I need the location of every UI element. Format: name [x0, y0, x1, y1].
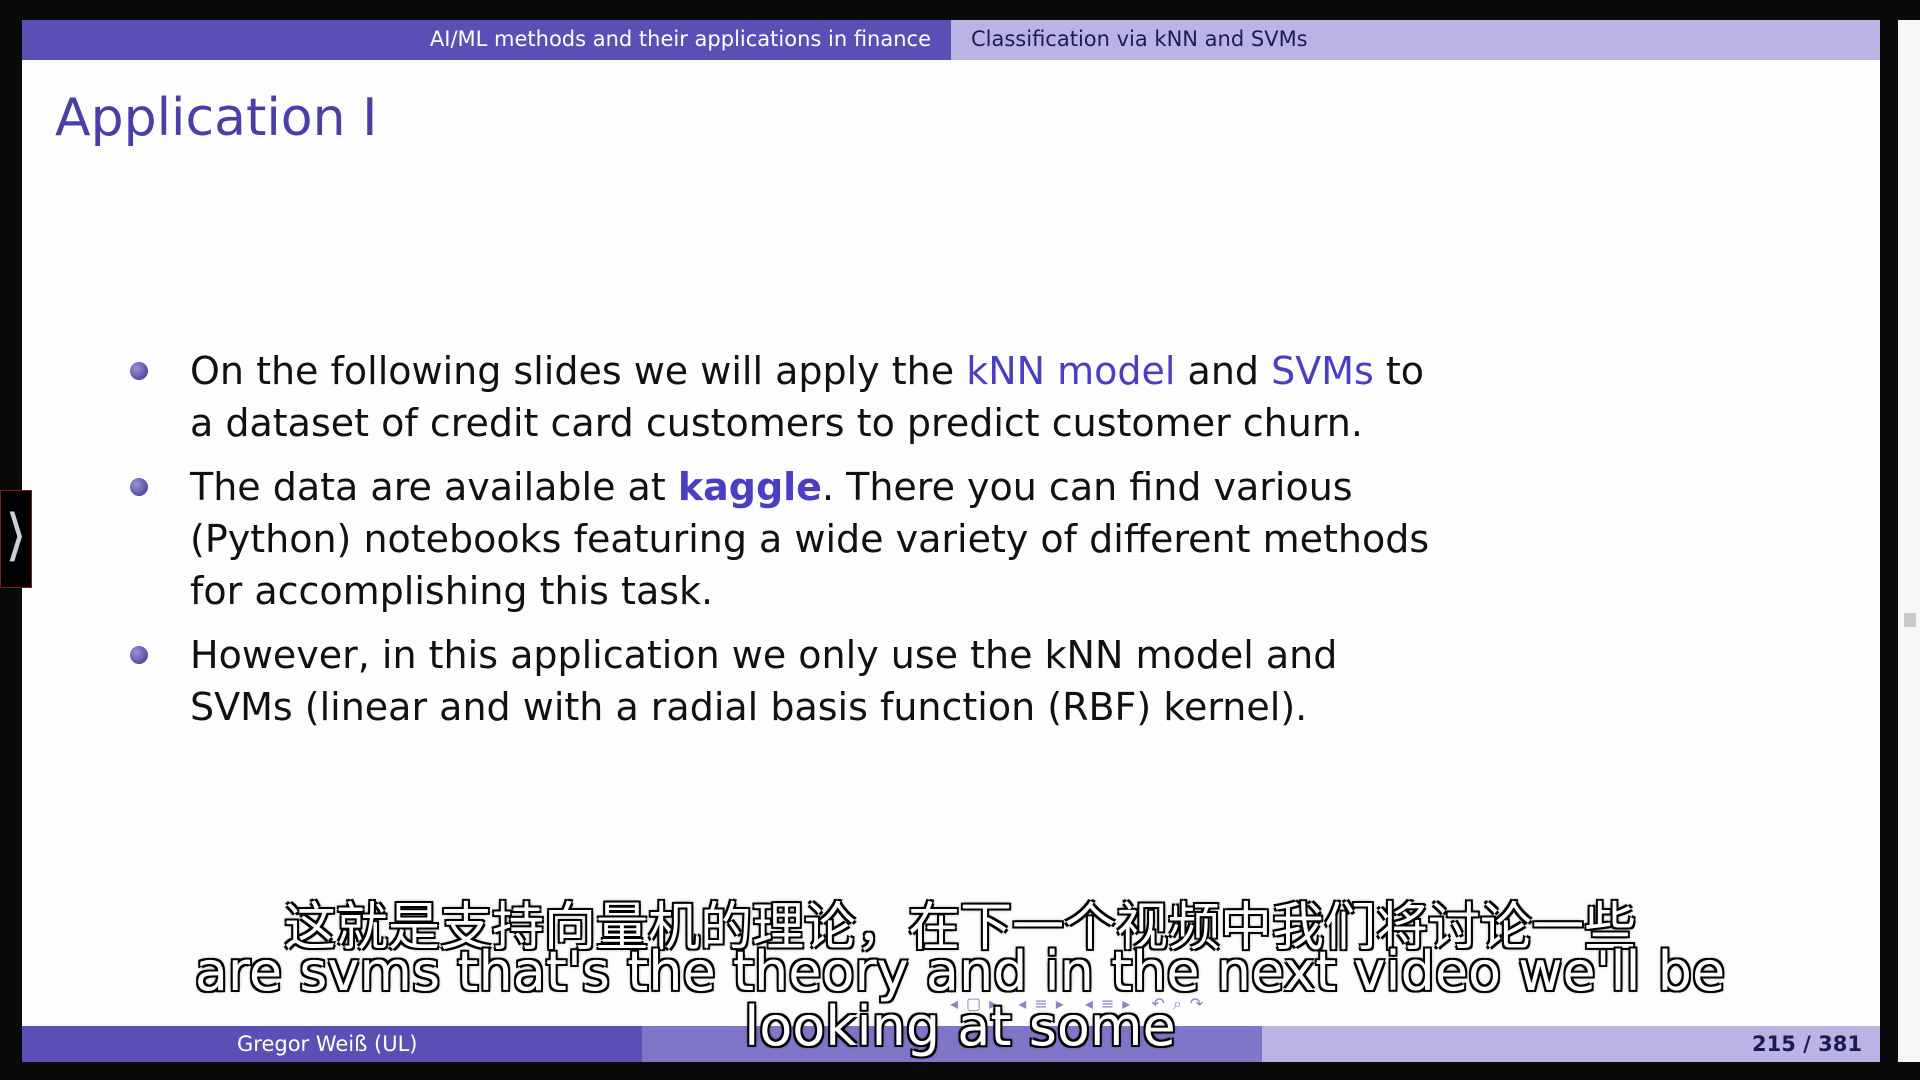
- header-left-bar: AI/ML methods and their applications in …: [22, 20, 951, 60]
- bullet-icon: [130, 646, 148, 664]
- svms-link[interactable]: SVMs: [1271, 349, 1374, 393]
- knn-model-link[interactable]: kNN model: [966, 349, 1175, 393]
- scrollbar-thumb[interactable]: [1904, 613, 1916, 627]
- bullet-item-2: The data are available at kaggle. There …: [102, 461, 1442, 617]
- presentation-title[interactable]: AI/ML methods and their applications in …: [430, 27, 931, 51]
- frame-title: Application I: [55, 88, 378, 148]
- slide-header: AI/ML methods and their applications in …: [22, 20, 1880, 60]
- bullet-text: On the following slides we will apply th…: [190, 349, 967, 393]
- bullet-list: On the following slides we will apply th…: [102, 345, 1442, 745]
- subtitle-english-line2: looking at some: [744, 995, 1176, 1058]
- bullet-item-3: However, in this application we only use…: [102, 629, 1442, 733]
- bullet-text: and: [1175, 349, 1272, 393]
- kaggle-link[interactable]: kaggle: [678, 465, 822, 509]
- sidebar-toggle-chevron-icon[interactable]: ⟩: [0, 490, 32, 588]
- header-right-bar: Classification via kNN and SVMs: [951, 20, 1880, 60]
- section-title[interactable]: Classification via kNN and SVMs: [971, 27, 1308, 51]
- subtitle-english-line1: are svms that's the theory and in the ne…: [194, 940, 1726, 1003]
- bullet-item-1: On the following slides we will apply th…: [102, 345, 1442, 449]
- bullet-icon: [130, 478, 148, 496]
- bullet-text: However, in this application we only use…: [190, 633, 1338, 729]
- bullet-icon: [130, 362, 148, 380]
- bullet-text: The data are available at: [190, 465, 678, 509]
